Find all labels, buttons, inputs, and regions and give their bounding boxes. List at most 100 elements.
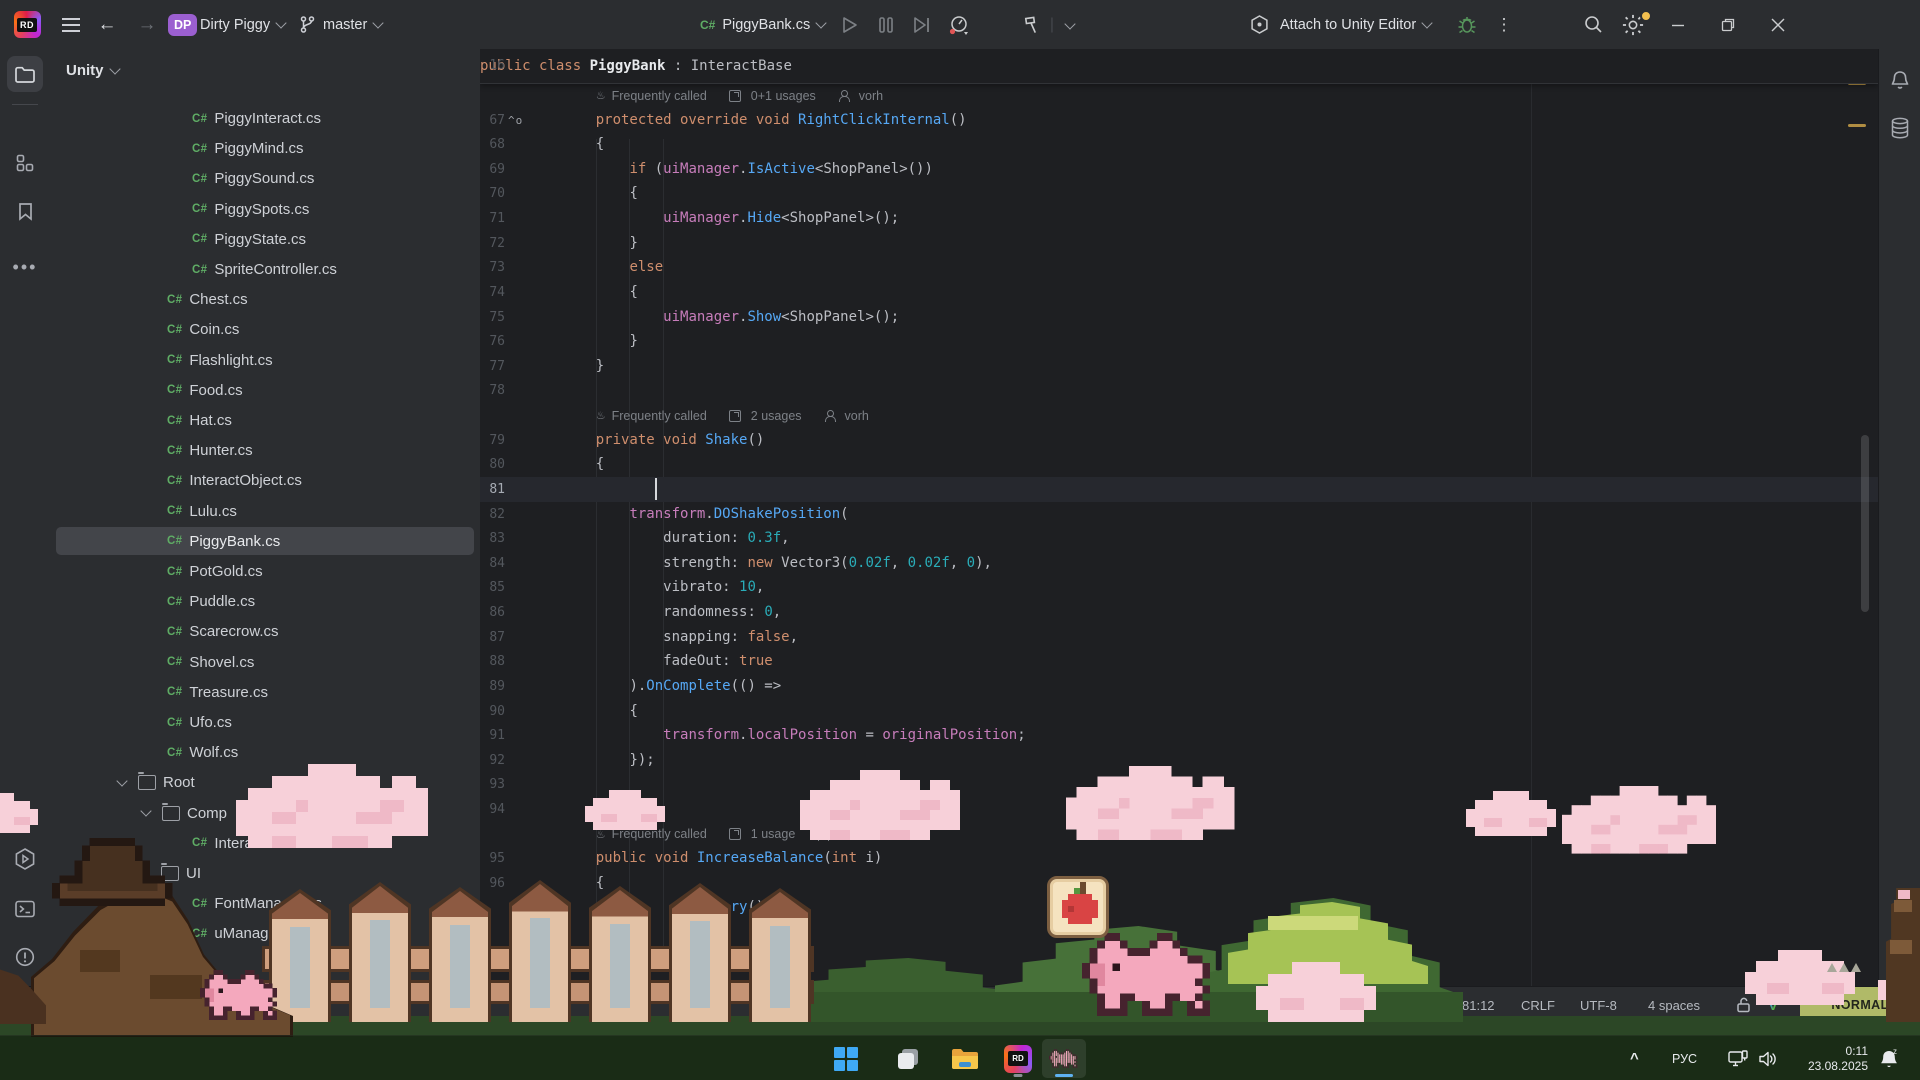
more-tool-windows-button[interactable]: ••• <box>7 249 43 285</box>
code-vision-hint[interactable]: ♨Frequently called2 usagesvorh <box>596 403 869 428</box>
tree-item-fontmanager-cs[interactable]: C#FontManager.cs <box>50 889 481 918</box>
code-line-95[interactable]: 95 public void IncreaseBalance(int i) <box>480 846 1878 871</box>
tree-item-shovel-cs[interactable]: C#Shovel.cs <box>50 648 481 677</box>
tree-item-comp[interactable]: Comp <box>50 799 480 828</box>
tree-item-interactbase-cs[interactable]: C#InteractBase.cs <box>50 829 481 858</box>
code-vision-hint[interactable]: ♨Frequently called1 usagevorh <box>596 822 863 847</box>
database-tool-button[interactable] <box>1882 110 1918 146</box>
code-line-87[interactable]: 87 snapping: false, <box>480 625 1878 650</box>
unlock-icon[interactable] <box>1736 987 1751 1023</box>
tree-item-piggysound-cs[interactable]: C#PiggySound.cs <box>50 164 481 193</box>
code-line-76[interactable]: 76 } <box>480 329 1878 354</box>
code-line-71[interactable]: 71 uiManager.Hide<ShopPanel>(); <box>480 206 1878 231</box>
volume-icon[interactable] <box>1758 1036 1778 1080</box>
code-line-85[interactable]: 85 vibrato: 10, <box>480 575 1878 600</box>
pause-button[interactable] <box>872 0 900 49</box>
code-line-82[interactable]: 82 transform.DOShakePosition( <box>480 502 1878 527</box>
project-tool-button[interactable] <box>7 56 43 92</box>
tree-item-piggystate-cs[interactable]: C#PiggyState.cs <box>50 225 481 254</box>
warning-stripe-mark[interactable] <box>1848 124 1866 127</box>
green-triangle-icon[interactable]: ▽ <box>1426 987 1436 1023</box>
code-line-69[interactable]: 69 if (uiManager.IsActive<ShopPanel>()) <box>480 157 1878 182</box>
indent-selector[interactable]: 4 spaces <box>1648 987 1700 1023</box>
tree-item-wolf-cs[interactable]: C#Wolf.cs <box>50 738 481 767</box>
tree-expand-chevron[interactable] <box>116 775 127 786</box>
code-line-86[interactable]: 86 randomness: 0, <box>480 600 1878 625</box>
tree-item-scarecrow-cs[interactable]: C#Scarecrow.cs <box>50 617 481 646</box>
tree-item-spritecontroller-cs[interactable]: C#SpriteController.cs <box>50 255 481 284</box>
step-button[interactable] <box>908 0 936 49</box>
task-view-button[interactable] <box>886 1039 930 1078</box>
forward-button[interactable]: → <box>130 0 164 49</box>
back-button[interactable]: ← <box>90 0 124 49</box>
tree-item-piggybank-cs[interactable]: C#PiggyBank.cs <box>50 527 481 556</box>
debug-button[interactable] <box>1452 0 1482 49</box>
tree-item-umanager-cs[interactable]: C#uManager.cs <box>50 919 481 948</box>
tree-item-lulu-cs[interactable]: C#Lulu.cs <box>50 497 481 526</box>
run-config-selector[interactable]: C# PiggyBank.cs <box>700 0 825 49</box>
override-gutter-icon[interactable]: ^o <box>508 108 523 133</box>
code-line-79[interactable]: 79 private void Shake() <box>480 428 1878 453</box>
tree-item-root[interactable]: Root <box>50 768 480 797</box>
code-line-74[interactable]: 74 { <box>480 280 1878 305</box>
build-hammer-button[interactable] <box>1016 0 1046 49</box>
pig-game-taskbar-button[interactable] <box>1042 1039 1086 1078</box>
language-indicator[interactable]: РУС <box>1672 1036 1697 1080</box>
rider-taskbar-button[interactable]: RD <box>996 1039 1040 1078</box>
lambda-icon[interactable]: λ <box>1394 987 1401 1023</box>
code-line-94[interactable]: 94 <box>480 797 1878 822</box>
clock[interactable]: 0:11 23.08.2025 <box>1788 1036 1868 1080</box>
main-menu-button[interactable] <box>54 0 88 49</box>
run-button[interactable] <box>836 0 864 49</box>
branch-selector[interactable]: master <box>300 0 382 49</box>
tree-item-ui[interactable]: UI <box>50 859 481 888</box>
code-line-80[interactable]: 80 { <box>480 452 1878 477</box>
code-line-72[interactable]: 72 } <box>480 231 1878 256</box>
code-line-93[interactable]: 93 <box>480 772 1878 797</box>
editor-scrollbar[interactable] <box>1861 435 1869 612</box>
code-line-89[interactable]: 89 ).OnComplete(() => <box>480 674 1878 699</box>
notification-bell-icon[interactable]: z <box>1878 1036 1900 1080</box>
code-line-67[interactable]: 67^o protected override void RightClickI… <box>480 108 1878 133</box>
code-line-91[interactable]: 91 transform.localPosition = originalPos… <box>480 723 1878 748</box>
tree-expand-chevron[interactable] <box>140 805 151 816</box>
structure-tool-button[interactable] <box>7 145 43 181</box>
breadcrumb[interactable]: Pig <box>736 950 775 965</box>
code-line-88[interactable]: 88 fadeOut: true <box>480 649 1878 674</box>
file-explorer-button[interactable] <box>942 1039 986 1078</box>
notifications-bell-button[interactable] <box>1882 62 1918 98</box>
tree-item-chest-cs[interactable]: C#Chest.cs <box>50 285 481 314</box>
more-actions-kebab[interactable]: ⋮ <box>1492 0 1516 49</box>
code-line[interactable]: nner ry(); <box>480 895 1878 920</box>
project-selector[interactable]: Dirty Piggy <box>200 0 285 49</box>
tree-item-coin-cs[interactable]: C#Coin.cs <box>50 315 481 344</box>
code-line-78[interactable]: 78 <box>480 378 1878 403</box>
start-button[interactable] <box>824 1039 868 1078</box>
code-line-92[interactable]: 92 }); <box>480 748 1878 773</box>
rider-logo-icon[interactable]: RD <box>12 0 42 49</box>
code-line-73[interactable]: 73 else <box>480 255 1878 280</box>
tray-expand-chevron[interactable]: ^ <box>1630 1036 1639 1080</box>
code-line-68[interactable]: 68 { <box>480 132 1878 157</box>
tree-item-puddle-cs[interactable]: C#Puddle.cs <box>50 587 481 616</box>
code-line-90[interactable]: 90 { <box>480 699 1878 724</box>
encoding-selector[interactable]: UTF-8 <box>1580 987 1617 1023</box>
terminal-tool-button[interactable] <box>7 891 43 927</box>
tree-item-hat-cs[interactable]: C#Hat.cs <box>50 406 481 435</box>
tree-item-interactobject-cs[interactable]: C#InteractObject.cs <box>50 466 481 495</box>
search-everywhere-button[interactable] <box>1578 0 1608 49</box>
problems-tool-button[interactable] <box>7 939 43 975</box>
code-line-70[interactable]: 70 { <box>480 181 1878 206</box>
project-view-selector[interactable]: Unity <box>66 62 119 79</box>
code-line-81[interactable]: 81 <box>480 477 1878 502</box>
tree-item-ufo-cs[interactable]: C#Ufo.cs <box>50 708 481 737</box>
caret-position[interactable]: 81:12 <box>1462 987 1495 1023</box>
tree-item-food-cs[interactable]: C#Food.cs <box>50 376 481 405</box>
code-vision-hint[interactable]: ♨Frequently called0+1 usagesvorh <box>596 83 883 108</box>
line-ending-selector[interactable]: CRLF <box>1521 987 1555 1023</box>
tree-item-hunter-cs[interactable]: C#Hunter.cs <box>50 436 481 465</box>
tree-item-flashlight-cs[interactable]: C#Flashlight.cs <box>50 346 481 375</box>
close-button[interactable] <box>1762 0 1794 49</box>
code-line-77[interactable]: 77 } <box>480 354 1878 379</box>
code-editor[interactable]: ♨Frequently called0+1 usagesvorh67^o pro… <box>480 49 1878 986</box>
